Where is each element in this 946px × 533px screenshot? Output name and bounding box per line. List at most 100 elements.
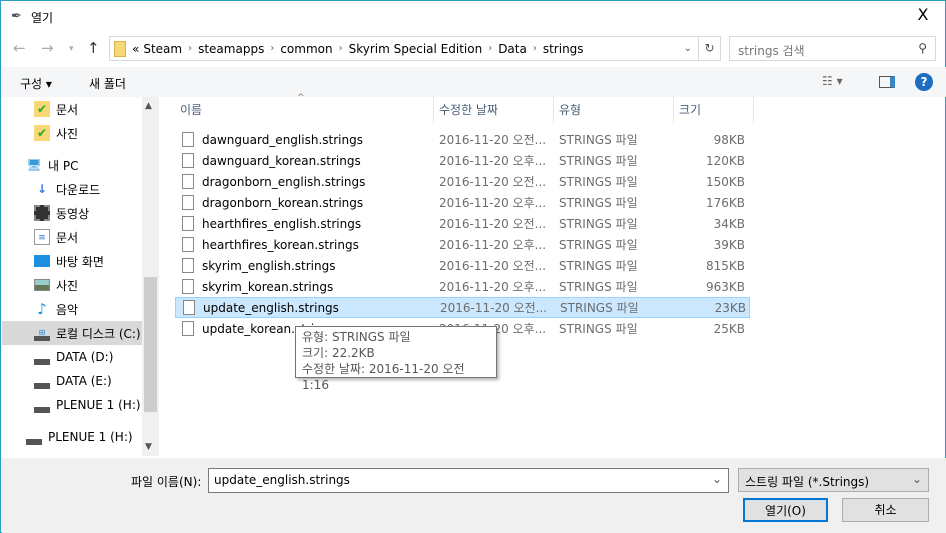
file-row[interactable]: dawnguard_english.strings 2016-11-20 오전..…	[175, 129, 750, 150]
sidebar-item-this-pc[interactable]: 🖥 내 PC	[2, 153, 142, 177]
sidebar-item-documents[interactable]: ✔ 문서	[2, 97, 142, 121]
folder-sync-icon: ✔	[34, 101, 50, 117]
crumb-strings[interactable]: strings	[543, 42, 584, 56]
crumb-common[interactable]: common	[280, 42, 332, 56]
recent-dropdown-icon[interactable]: ▾	[69, 44, 74, 54]
file-name: skyrim_english.strings	[202, 258, 336, 273]
file-row[interactable]: dragonborn_korean.strings 2016-11-20 오후..…	[175, 192, 750, 213]
sidebar-item-plenue-h[interactable]: PLENUE 1 (H:)	[2, 393, 142, 417]
new-folder-button[interactable]: 새 폴더	[89, 75, 126, 92]
up-icon[interactable]: ↑	[87, 39, 100, 57]
sidebar-item-label: 로컬 디스크 (C:)	[56, 326, 141, 341]
file-name: dawnguard_english.strings	[202, 132, 363, 147]
drive-icon	[34, 349, 50, 365]
file-name: dragonborn_korean.strings	[202, 195, 364, 210]
file-date: 2016-11-20 오전...	[440, 301, 548, 315]
filename-input[interactable]: update_english.strings ⌄	[208, 468, 729, 493]
close-button[interactable]: X	[911, 5, 935, 24]
file-size: 25KB	[713, 321, 745, 336]
preview-pane-icon[interactable]	[879, 76, 895, 88]
sidebar-item-data-e[interactable]: DATA (E:)	[2, 369, 142, 393]
file-size: 176KB	[705, 195, 745, 210]
sidebar-item-desktop[interactable]: 바탕 화면	[2, 249, 142, 273]
chevron-right-icon[interactable]: ›	[488, 43, 492, 54]
sidebar-item-label: PLENUE 1 (H:)	[48, 430, 133, 444]
scroll-down-icon[interactable]: ▼	[145, 442, 152, 452]
crumb-steamapps[interactable]: steamapps	[198, 42, 264, 56]
file-name: dragonborn_english.strings	[202, 174, 366, 189]
file-row[interactable]: update_english.strings 2016-11-20 오전... ST…	[175, 297, 750, 318]
file-type: STRINGS 파일	[559, 196, 638, 210]
sidebar-item-pictures[interactable]: ✔ 사진	[2, 121, 142, 145]
chevron-right-icon[interactable]: ›	[270, 43, 274, 54]
sidebar-item-data-d[interactable]: DATA (D:)	[2, 345, 142, 369]
sidebar-item-label: DATA (D:)	[56, 350, 114, 364]
folder-sync-icon: ✔	[34, 125, 50, 141]
crumb-data[interactable]: Data	[498, 42, 527, 56]
forward-icon[interactable]: →	[41, 39, 54, 57]
address-dropdown-icon[interactable]: ⌄	[684, 43, 692, 54]
column-header-size[interactable]: 크기	[674, 97, 754, 123]
file-date: 2016-11-20 오전...	[439, 175, 547, 189]
scroll-up-icon[interactable]: ▲	[145, 101, 152, 111]
folder-icon	[114, 40, 126, 57]
back-icon[interactable]: ←	[13, 39, 26, 57]
video-icon	[34, 205, 50, 221]
chevron-down-icon[interactable]: ⌄	[712, 472, 722, 486]
file-icon	[182, 321, 194, 336]
sidebar-scroll-thumb[interactable]	[144, 277, 157, 412]
sidebar-item-downloads[interactable]: ↓ 다운로드	[2, 177, 142, 201]
file-type-select[interactable]: 스트링 파일 (*.Strings) ⌄	[738, 468, 929, 492]
refresh-icon[interactable]: ↻	[699, 36, 721, 61]
sidebar-item-label: 바탕 화면	[56, 254, 104, 269]
crumb-skyrim[interactable]: Skyrim Special Edition	[349, 42, 483, 56]
file-row[interactable]: skyrim_korean.strings 2016-11-20 오후... STR…	[175, 276, 750, 297]
file-size: 815KB	[705, 258, 745, 273]
view-options-icon[interactable]: ☷ ▾	[822, 74, 843, 88]
file-name-cell: skyrim_korean.strings	[175, 279, 434, 294]
file-icon	[182, 195, 194, 210]
file-row[interactable]: hearthfires_english.strings 2016-11-20 오전…	[175, 213, 750, 234]
file-name-cell: dragonborn_korean.strings	[175, 195, 434, 210]
file-size: 98KB	[713, 132, 745, 147]
sidebar-item-plenue-h-root[interactable]: PLENUE 1 (H:)	[2, 425, 142, 449]
sidebar-item-local-disk-c[interactable]: ⊞ 로컬 디스크 (C:)	[2, 321, 142, 345]
file-icon	[183, 300, 195, 315]
help-icon[interactable]: ?	[915, 73, 933, 91]
address-bar[interactable]: « Steam › steamapps › common › Skyrim Speci…	[109, 36, 699, 61]
pc-icon: 🖥	[26, 158, 42, 172]
sidebar-item-pictures-pc[interactable]: 사진	[2, 273, 142, 297]
column-header-date[interactable]: 수정한 날짜	[434, 97, 554, 123]
sidebar-item-label: 내 PC	[48, 158, 79, 173]
column-header-type[interactable]: 유형	[554, 97, 674, 123]
breadcrumb-overflow[interactable]: «	[132, 42, 139, 56]
file-size: 150KB	[705, 174, 745, 189]
file-row[interactable]: skyrim_english.strings 2016-11-20 오전... ST…	[175, 255, 750, 276]
file-size: 34KB	[713, 216, 745, 231]
file-date: 2016-11-20 오후...	[439, 238, 547, 252]
search-input[interactable]: strings 검색 ⚲	[729, 36, 936, 61]
file-icon	[182, 258, 194, 273]
file-type: STRINGS 파일	[559, 217, 638, 231]
open-button[interactable]: 열기(O)	[743, 498, 828, 522]
tooltip-modified: 수정한 날짜: 2016-11-20 오전 1:16	[302, 362, 465, 392]
chevron-right-icon[interactable]: ›	[188, 43, 192, 54]
crumb-steam[interactable]: Steam	[143, 42, 182, 56]
cancel-button[interactable]: 취소	[842, 498, 929, 522]
chevron-right-icon[interactable]: ›	[533, 43, 537, 54]
column-header-name[interactable]: 이름	[175, 97, 434, 123]
file-name: update_english.strings	[203, 300, 339, 315]
search-icon[interactable]: ⚲	[918, 41, 927, 55]
file-size: 120KB	[705, 153, 745, 168]
file-date: 2016-11-20 오전...	[439, 133, 547, 147]
sidebar-item-documents-pc[interactable]: ≡ 문서	[2, 225, 142, 249]
chevron-right-icon[interactable]: ›	[339, 43, 343, 54]
file-type: STRINGS 파일	[560, 301, 639, 315]
file-row[interactable]: dawnguard_korean.strings 2016-11-20 오후...…	[175, 150, 750, 171]
file-row[interactable]: dragonborn_english.strings 2016-11-20 오전.…	[175, 171, 750, 192]
sidebar-item-videos[interactable]: 동영상	[2, 201, 142, 225]
file-name-cell: dragonborn_english.strings	[175, 174, 434, 189]
organize-button[interactable]: 구성 ▾	[20, 75, 52, 92]
file-row[interactable]: hearthfires_korean.strings 2016-11-20 오후.…	[175, 234, 750, 255]
sidebar-item-music[interactable]: ♪ 음악	[2, 297, 142, 321]
